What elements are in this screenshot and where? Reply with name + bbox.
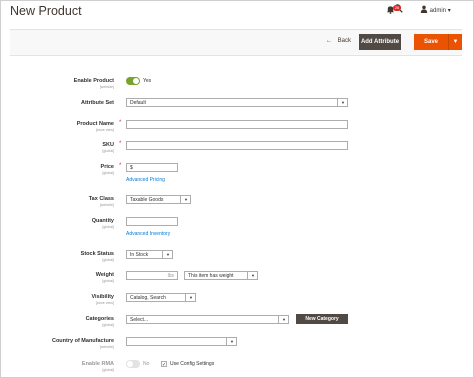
advanced-inventory-link[interactable]: Advanced Inventory <box>126 231 170 237</box>
use-config-label: Use Config Settings <box>170 361 215 367</box>
has-weight-select[interactable]: This item has weight ▼ <box>184 271 258 280</box>
country-label: Country of Manufacture <box>51 338 114 344</box>
tax-class-select[interactable]: Taxable Goods ▼ <box>126 195 191 204</box>
attribute-set-label: Attribute Set <box>81 100 114 106</box>
attribute-set-value: Default <box>130 100 146 106</box>
categories-label: Categories <box>85 316 114 322</box>
enable-product-toggle[interactable] <box>126 77 140 85</box>
enable-product-scope: [website] <box>99 85 114 89</box>
checkmark-icon: ✓ <box>162 362 167 368</box>
chevron-down-icon: ▼ <box>341 100 345 105</box>
toggle-knob <box>133 78 139 84</box>
product-name-scope: [store view] <box>95 128 114 132</box>
use-config-checkbox[interactable]: ✓ <box>161 361 167 368</box>
sku-input[interactable] <box>126 141 348 150</box>
visibility-select[interactable]: Catalog, Search ▼ <box>126 293 196 302</box>
stock-status-select[interactable]: In Stock ▼ <box>126 250 173 259</box>
user-icon <box>420 5 428 13</box>
visibility-scope: [store view] <box>95 301 114 305</box>
tax-class-scope: [website] <box>99 203 114 207</box>
add-attribute-button[interactable]: Add Attribute <box>359 34 401 50</box>
enable-rma-label: Enable RMA <box>81 361 114 367</box>
weight-scope: [global] <box>102 279 114 283</box>
country-scope: [website] <box>99 345 114 349</box>
enable-product-label: Enable Product <box>73 78 114 84</box>
back-label: Back <box>337 38 352 44</box>
user-menu[interactable]: admin ▾ <box>420 5 451 17</box>
required-marker: * <box>119 141 122 147</box>
arrow-left-icon: ← <box>326 38 332 44</box>
toggle-knob <box>127 361 133 367</box>
save-options-button[interactable]: ▼ <box>448 34 462 50</box>
quantity-input[interactable] <box>126 217 178 226</box>
new-category-button[interactable]: New Category <box>296 314 348 324</box>
tax-class-label: Tax Class <box>88 196 114 202</box>
chevron-down-icon: ▼ <box>184 197 188 202</box>
product-name-input[interactable] <box>126 120 348 129</box>
back-button[interactable]: ← Back <box>326 38 351 44</box>
product-name-label: Product Name <box>76 121 114 127</box>
required-marker: * <box>119 120 122 126</box>
currency-symbol: $ <box>130 165 133 171</box>
chevron-down-icon: ▼ <box>189 295 193 300</box>
page-actions-bar: ← Back Add Attribute Save ▼ <box>10 29 462 56</box>
visibility-value: Catalog, Search <box>130 295 166 301</box>
price-label: Price <box>100 164 114 170</box>
user-name: admin <box>429 8 447 14</box>
categories-scope: [global] <box>102 323 114 327</box>
tax-class-value: Taxable Goods <box>130 197 164 203</box>
save-button[interactable]: Save <box>414 34 448 50</box>
chevron-down-icon: ▼ <box>230 339 234 344</box>
chevron-down-icon: ▼ <box>166 252 170 257</box>
enable-product-value: Yes <box>143 78 152 84</box>
page-title: New Product <box>10 4 82 18</box>
has-weight-value: This item has weight <box>188 273 234 279</box>
chevron-down-icon: ▼ <box>251 273 255 278</box>
enable-rma-value: No <box>143 361 150 367</box>
chevron-down-icon: ▼ <box>282 317 286 322</box>
quantity-label: Quantity <box>91 218 114 224</box>
weight-unit: lbs <box>167 273 174 279</box>
attribute-set-select[interactable]: Default ▼ <box>126 98 348 107</box>
stock-status-value: In Stock <box>130 252 149 258</box>
country-select[interactable]: ▼ <box>126 337 237 346</box>
categories-placeholder: Select... <box>130 317 149 323</box>
sku-scope: [global] <box>102 149 114 153</box>
enable-rma-toggle[interactable] <box>126 360 140 368</box>
stock-status-scope: [global] <box>102 258 114 262</box>
enable-rma-scope: [global] <box>102 368 114 372</box>
price-scope: [global] <box>102 171 114 175</box>
notification-badge: 26 <box>393 5 401 11</box>
chevron-down-icon: ▼ <box>452 39 459 45</box>
quantity-scope: [global] <box>102 225 114 229</box>
weight-label: Weight <box>95 272 114 278</box>
chevron-down-icon: ▾ <box>447 8 451 14</box>
top-bar: New Product 26 admin ▾ <box>0 0 474 26</box>
stock-status-label: Stock Status <box>80 251 114 257</box>
sku-label: SKU <box>102 142 114 148</box>
weight-input[interactable]: lbs <box>126 271 178 280</box>
categories-select[interactable]: Select... ▼ <box>126 315 289 324</box>
visibility-label: Visibility <box>91 294 114 300</box>
price-input[interactable]: $ <box>126 163 178 172</box>
required-marker: * <box>119 163 122 169</box>
advanced-pricing-link[interactable]: Advanced Pricing <box>126 177 165 183</box>
